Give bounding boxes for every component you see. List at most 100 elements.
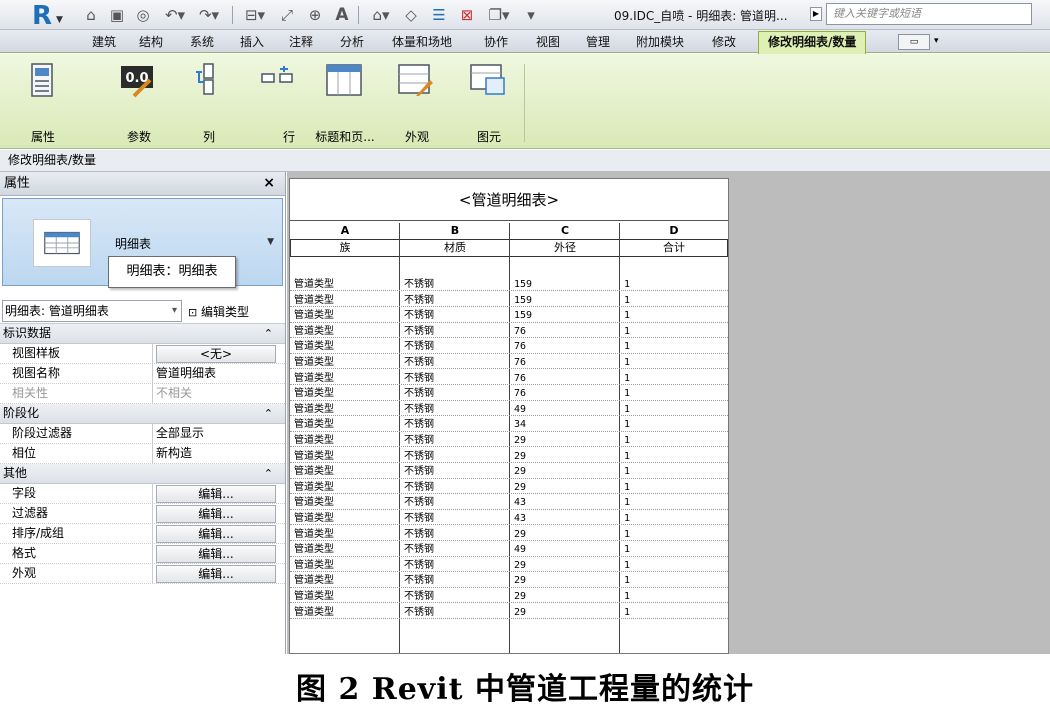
titles-headers-button[interactable]: 标题和页... [312, 58, 378, 144]
collapse-icon[interactable]: ⌃ [264, 324, 273, 343]
table-cell[interactable]: 不锈钢 [404, 373, 434, 385]
table-cell[interactable]: 管道类型 [294, 529, 334, 541]
table-cell[interactable]: 不锈钢 [404, 451, 434, 463]
tag-icon[interactable]: ⊕ [304, 5, 326, 25]
table-cell[interactable]: 不锈钢 [404, 310, 434, 322]
group-identity-data[interactable]: 标识数据 ⌃ [0, 324, 285, 344]
table-cell[interactable]: 不锈钢 [404, 560, 434, 572]
tab-systems[interactable]: 系统 [190, 33, 214, 53]
table-cell[interactable]: 1 [624, 341, 630, 353]
application-menu-button[interactable]: R ▼ [28, 2, 64, 30]
table-row[interactable]: 管道类型 不锈钢 76 1 [290, 357, 728, 370]
table-cell[interactable]: 管道类型 [294, 295, 334, 307]
table-cell[interactable]: 管道类型 [294, 591, 334, 603]
save-icon[interactable]: ▣ [108, 5, 126, 25]
table-row[interactable]: 管道类型 不锈钢 76 1 [290, 373, 728, 385]
table-cell[interactable]: 1 [624, 357, 630, 369]
edit-type-button[interactable]: ⊡ 编辑类型 [188, 303, 249, 320]
text-icon[interactable]: A [332, 5, 352, 25]
minimize-ribbon-icon[interactable]: ▭ [898, 34, 930, 50]
table-cell[interactable]: 1 [624, 497, 630, 509]
table-cell[interactable]: 管道类型 [294, 497, 334, 509]
table-row[interactable]: 管道类型 不锈钢 29 1 [290, 607, 728, 619]
table-cell[interactable]: 29 [514, 435, 526, 447]
table-cell[interactable]: 1 [624, 529, 630, 541]
table-cell[interactable]: 不锈钢 [404, 529, 434, 541]
table-cell[interactable]: 管道类型 [294, 419, 334, 431]
table-cell[interactable]: 不锈钢 [404, 513, 434, 525]
tab-massing-site[interactable]: 体量和场地 [392, 33, 452, 53]
table-row[interactable]: 管道类型 不锈钢 76 1 [290, 341, 728, 354]
table-cell[interactable]: 管道类型 [294, 513, 334, 525]
instance-selector[interactable]: 明细表: 管道明细表 ▾ [2, 300, 182, 322]
table-cell[interactable]: 76 [514, 341, 526, 353]
table-row[interactable]: 管道类型 不锈钢 49 1 [290, 544, 728, 557]
table-cell[interactable]: 管道类型 [294, 560, 334, 572]
table-cell[interactable]: 1 [624, 544, 630, 556]
tab-collaborate[interactable]: 协作 [484, 33, 508, 53]
table-cell[interactable]: 不锈钢 [404, 404, 434, 416]
undo-icon[interactable]: ↶▾ [160, 5, 190, 25]
table-cell[interactable]: 1 [624, 591, 630, 603]
table-cell[interactable]: 76 [514, 326, 526, 338]
thin-lines-icon[interactable]: ☰ [428, 5, 450, 25]
table-cell[interactable]: 不锈钢 [404, 295, 434, 307]
column-letter-d[interactable]: D [620, 223, 728, 239]
table-row[interactable]: 管道类型 不锈钢 29 1 [290, 575, 728, 588]
table-cell[interactable]: 不锈钢 [404, 497, 434, 509]
close-icon[interactable]: × [263, 172, 275, 195]
table-cell[interactable]: 1 [624, 435, 630, 447]
table-cell[interactable]: 管道类型 [294, 388, 334, 400]
table-cell[interactable]: 管道类型 [294, 544, 334, 556]
table-row[interactable]: 管道类型 不锈钢 43 1 [290, 497, 728, 510]
table-cell[interactable]: 29 [514, 560, 526, 572]
table-cell[interactable]: 管道类型 [294, 279, 334, 291]
group-other[interactable]: 其他 ⌃ [0, 464, 285, 484]
header-outer-diameter[interactable]: 外径 [510, 239, 620, 257]
table-cell[interactable]: 不锈钢 [404, 544, 434, 556]
fields-edit-button[interactable]: 编辑... [156, 485, 276, 503]
schedule-sheet[interactable]: <管道明细表> A B C D 族 材质 外径 合计 管道类型 不锈钢 159 1 管道… [289, 178, 729, 654]
table-cell[interactable]: 1 [624, 560, 630, 572]
table-cell[interactable]: 34 [514, 419, 526, 431]
table-row[interactable]: 管道类型 不锈钢 159 1 [290, 279, 728, 292]
switch-window-icon[interactable]: ❐▾ [482, 5, 516, 25]
table-cell[interactable]: 不锈钢 [404, 607, 434, 619]
table-cell[interactable]: 管道类型 [294, 607, 334, 619]
chevron-down-icon[interactable]: ▾ [934, 36, 939, 46]
tab-annotate[interactable]: 注释 [289, 33, 313, 53]
collapse-icon[interactable]: ⌃ [264, 404, 273, 423]
table-cell[interactable]: 1 [624, 295, 630, 307]
table-cell[interactable]: 管道类型 [294, 575, 334, 587]
tab-addins[interactable]: 附加模块 [636, 33, 684, 53]
table-cell[interactable]: 管道类型 [294, 357, 334, 369]
table-cell[interactable]: 43 [514, 513, 526, 525]
phase-filter-field[interactable]: 全部显示 [156, 424, 276, 443]
sorting-edit-button[interactable]: 编辑... [156, 525, 276, 543]
table-cell[interactable]: 29 [514, 529, 526, 541]
table-cell[interactable]: 管道类型 [294, 341, 334, 353]
table-cell[interactable]: 49 [514, 404, 526, 416]
table-cell[interactable]: 29 [514, 451, 526, 463]
formatting-edit-button[interactable]: 编辑... [156, 545, 276, 563]
table-cell[interactable]: 1 [624, 482, 630, 494]
appearance-button[interactable]: 外观 [384, 58, 450, 144]
table-row[interactable]: 管道类型 不锈钢 29 1 [290, 560, 728, 573]
table-row[interactable]: 管道类型 不锈钢 76 1 [290, 388, 728, 401]
tab-modify-schedule-quantities[interactable]: 修改明细表/数量 [758, 31, 867, 54]
table-row[interactable]: 管道类型 不锈钢 43 1 [290, 513, 728, 526]
header-material[interactable]: 材质 [400, 239, 510, 257]
table-row[interactable]: 管道类型 不锈钢 29 1 [290, 529, 728, 541]
table-cell[interactable]: 1 [624, 326, 630, 338]
table-cell[interactable]: 不锈钢 [404, 482, 434, 494]
tab-architecture[interactable]: 建筑 [92, 33, 116, 53]
table-row[interactable]: 管道类型 不锈钢 29 1 [290, 482, 728, 495]
measure-icon[interactable]: ⊟▾ [240, 5, 270, 25]
table-cell[interactable]: 49 [514, 544, 526, 556]
properties-button[interactable]: 属性 [10, 58, 76, 144]
table-cell[interactable]: 76 [514, 373, 526, 385]
table-cell[interactable]: 159 [514, 295, 532, 307]
table-row[interactable]: 管道类型 不锈钢 29 1 [290, 466, 728, 479]
table-cell[interactable]: 不锈钢 [404, 357, 434, 369]
row-button[interactable]: 行 [246, 58, 312, 144]
